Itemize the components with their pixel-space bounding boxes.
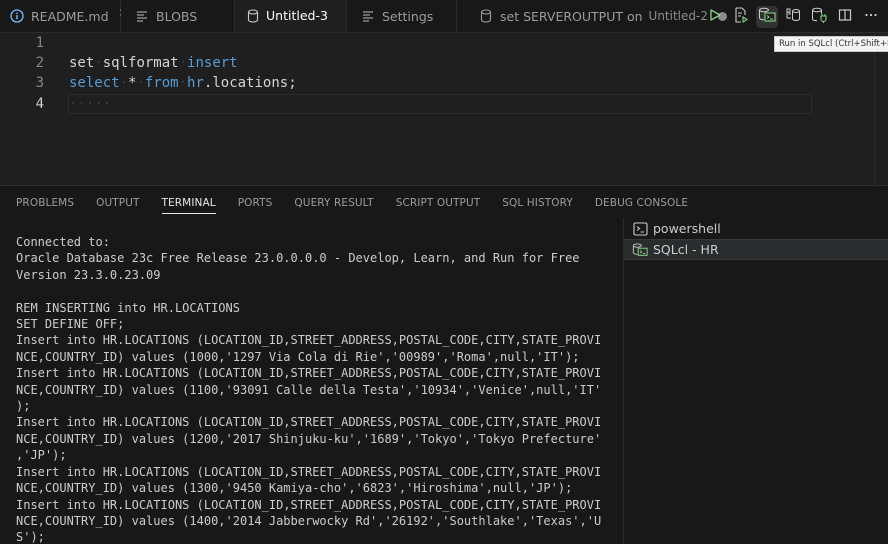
tab-readme[interactable]: README.md (0, 0, 130, 32)
run-script-icon (733, 6, 749, 27)
panel-tab-sql-history[interactable]: SQL HISTORY (502, 186, 573, 220)
terminal-output[interactable]: Connected to: Oracle Database 23c Free R… (16, 234, 616, 544)
current-line-highlight (68, 94, 812, 114)
line-number: 2 (35, 55, 44, 71)
tab-label: README.md (31, 8, 109, 24)
line-number: 4 (35, 96, 44, 112)
info-icon (10, 9, 24, 23)
panel-tab-query-result[interactable]: QUERY RESULT (294, 186, 373, 220)
run-icon (708, 7, 722, 26)
whitespace-marker: · (178, 75, 188, 91)
code-token: select (69, 75, 120, 91)
terminal-icon (632, 221, 648, 237)
explain-plan-button[interactable] (782, 6, 804, 28)
tab-label: Untitled-3 (266, 8, 328, 23)
tab-label: set SERVEROUTPUT on (500, 8, 643, 24)
terminal-label: powershell (653, 221, 721, 236)
tab-blobs[interactable]: BLOBS (121, 0, 235, 32)
sqlcl-icon (632, 242, 648, 258)
tooltip: Run in SQLcl (Ctrl+Shift+Enter) (774, 36, 888, 52)
terminal-item-sqlcl-hr[interactable]: SQLcl - HR (624, 239, 888, 260)
panel-tab-output[interactable]: OUTPUT (96, 186, 139, 220)
panel-tab-problems[interactable]: PROBLEMS (16, 186, 74, 220)
whitespace-marker: · (178, 55, 188, 71)
panel-tabs: PROBLEMS OUTPUT TERMINAL PORTS QUERY RESULT S… (0, 186, 688, 220)
tab-description: Untitled-2 (648, 9, 708, 23)
panel-tab-script-output[interactable]: SCRIPT OUTPUT (396, 186, 481, 220)
whitespace-marker: · (119, 75, 129, 91)
whitespace-marker: · (136, 75, 145, 91)
line-code[interactable]: set·sqlformat·insert (69, 53, 238, 73)
tab-settings[interactable]: Settings (347, 0, 457, 32)
bottom-panel: PROBLEMS OUTPUT TERMINAL PORTS QUERY RESULT S… (0, 185, 888, 544)
more-actions-button[interactable] (860, 6, 882, 28)
run-script-button[interactable] (730, 6, 752, 28)
whitespace-marker: · (94, 55, 103, 71)
tab-untitled-3[interactable]: Untitled-3 (235, 0, 347, 32)
tab-label: Settings (382, 8, 434, 24)
run-in-sqlcl-button[interactable] (756, 5, 778, 28)
line-number: 3 (35, 75, 44, 91)
code-token: hr (187, 75, 204, 91)
editor-line: 3 select·*·from·hr.locations; (0, 73, 812, 93)
code-editor[interactable]: 1 2 set·sqlformat·insert 3 select·*·from… (0, 33, 888, 185)
code-token: ; (288, 75, 297, 91)
lines-icon (361, 9, 375, 23)
panel-tab-ports[interactable]: PORTS (238, 186, 273, 220)
split-editor-button[interactable] (834, 6, 856, 28)
database-icon (479, 9, 493, 23)
split-editor-icon (838, 7, 852, 26)
code-token: insert (187, 55, 238, 71)
run-in-sqlcl-icon (758, 7, 776, 27)
editor-scrollbar[interactable] (874, 33, 888, 185)
line-number: 1 (35, 35, 44, 51)
editor-line-current: 4 ····· (0, 94, 812, 114)
lines-icon (135, 9, 149, 23)
tab-label: BLOBS (156, 8, 198, 24)
database-icon (247, 8, 259, 23)
whitespace-markers: ····· (69, 96, 112, 112)
editor-line: 2 set·sqlformat·insert (0, 53, 812, 73)
panel-tab-debug-console[interactable]: DEBUG CONSOLE (595, 186, 688, 220)
code-token: from (144, 75, 179, 91)
explain-plan-icon (785, 7, 801, 27)
terminal-list: powershell SQLcl - HR (623, 218, 888, 544)
tab-set-serveroutput[interactable]: set SERVEROUTPUT on Untitled-2 (457, 0, 737, 32)
run-button[interactable] (704, 6, 726, 28)
more-actions-icon (864, 7, 878, 26)
database-connect-button[interactable] (808, 6, 830, 28)
code-token: set (69, 55, 95, 71)
line-code[interactable]: select·*·from·hr.locations; (69, 73, 297, 93)
code-token: sqlformat (102, 55, 179, 71)
panel-tab-terminal[interactable]: TERMINAL (161, 186, 216, 220)
terminal-item-powershell[interactable]: powershell (624, 218, 888, 239)
editor-actions (704, 0, 882, 33)
terminal-label: SQLcl - HR (653, 242, 719, 257)
database-connect-icon (811, 7, 827, 27)
editor-line: 1 (0, 33, 812, 53)
code-token: locations (212, 75, 289, 91)
